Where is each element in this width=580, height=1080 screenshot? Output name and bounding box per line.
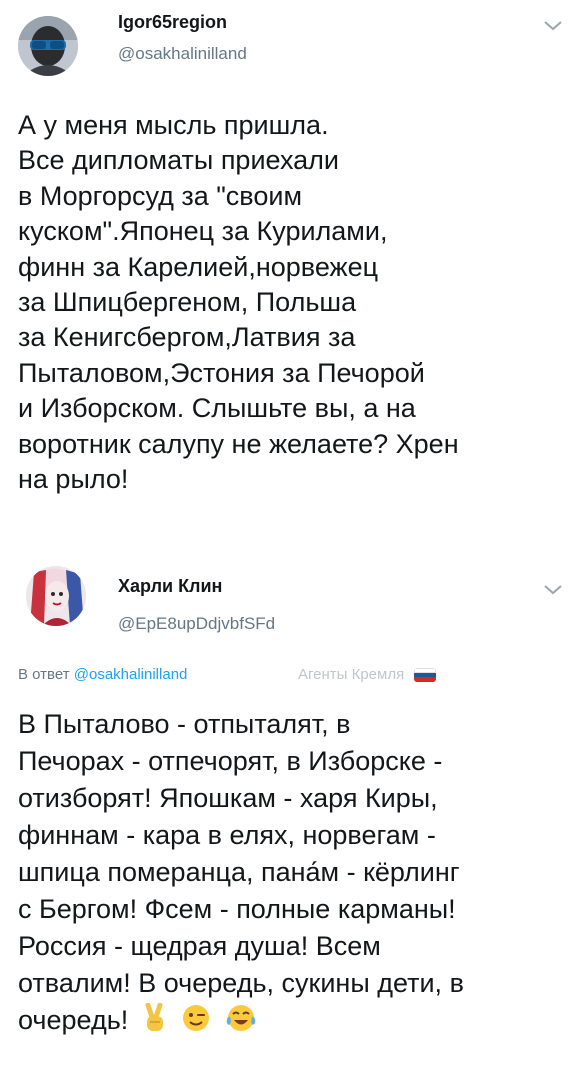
tweet-text-line: В Пыталово - отпыталят, в (18, 709, 351, 739)
tweet-text-line: за Шпицбергеном, Польша (18, 287, 357, 318)
display-name[interactable]: Igor65region (118, 12, 227, 33)
tweet-text-line: в Моргорсуд за "своим (18, 180, 303, 211)
user-handle[interactable]: @osakhalinilland (118, 44, 247, 64)
tweet-text-line: отвалим! В очередь, сукины дети, в (18, 968, 464, 998)
flag-stripe (414, 677, 437, 682)
chevron-down-icon[interactable] (540, 16, 566, 36)
user-badge: Агенты Кремля (298, 666, 437, 683)
tweet-text-line: Пыталовом,Эстония за Печорой (18, 357, 425, 388)
tweet-text-line: Печорах - отпечорят, в Изборске - (18, 746, 443, 776)
reply-prefix: В ответ (18, 666, 70, 683)
display-name[interactable]: Харли Клин (118, 576, 222, 597)
reply-context: В ответ @osakhalinilland (18, 666, 187, 683)
tweet-text-line: шпица померанца, пана́м - кёрлинг (18, 857, 460, 887)
tweet-text: В Пыталово - отпыталят, в Печорах - отпе… (18, 706, 566, 1043)
reply-to-link[interactable]: @osakhalinilland (74, 666, 188, 683)
user-handle[interactable]: @EpE8upDdjvbfSFd (118, 614, 275, 634)
tweet-text-line: финн за Карелией,норвежец (18, 251, 379, 282)
winking-face-icon (181, 1003, 211, 1043)
tweet-text-line: куском".Японец за Курилами, (18, 216, 388, 247)
chevron-down-icon[interactable] (540, 580, 566, 600)
user-avatar[interactable] (26, 566, 86, 626)
tweet-text-line-last: очередь! (18, 1002, 566, 1043)
russian-flag-icon (414, 668, 437, 682)
tweet-text-line: на рыло! (18, 464, 129, 495)
tweet-text-line: Все дипломаты приехали (18, 145, 340, 176)
tweet-2: Харли Клин @EpE8upDdjvbfSFd В ответ @osa… (0, 566, 580, 1080)
tweet-text-line: А у меня мысль пришла. (18, 110, 329, 140)
tweet-text-line: за Кенигсбергом,Латвия за (18, 322, 356, 353)
tweet-text-line: Россия - щедрая душа! Всем (18, 931, 381, 961)
tweet-text-line: воротник салупу не желаете? Хрен (18, 428, 459, 459)
victory-hand-icon (142, 1002, 168, 1043)
tweet-text-line: с Бергом! Фсем - полные карманы! (18, 894, 456, 924)
tweet-text-fragment: очередь! (18, 1005, 129, 1035)
tweet-text-line: и Изборском. Слышьте вы, а на (18, 393, 416, 424)
tears-of-joy-icon (225, 1003, 257, 1043)
tweet-text: А у меня мысль пришла. Все дипломаты при… (18, 108, 566, 497)
tweet-text-line: отизборят! Япошкам - харя Киры, (18, 783, 438, 813)
tweet-text-line: финнам - кара в елях, норвегам - (18, 820, 436, 850)
tweet-1: Igor65region @osakhalinilland А у меня м… (0, 0, 580, 566)
user-avatar[interactable] (18, 16, 78, 76)
badge-label: Агенты Кремля (298, 666, 405, 683)
